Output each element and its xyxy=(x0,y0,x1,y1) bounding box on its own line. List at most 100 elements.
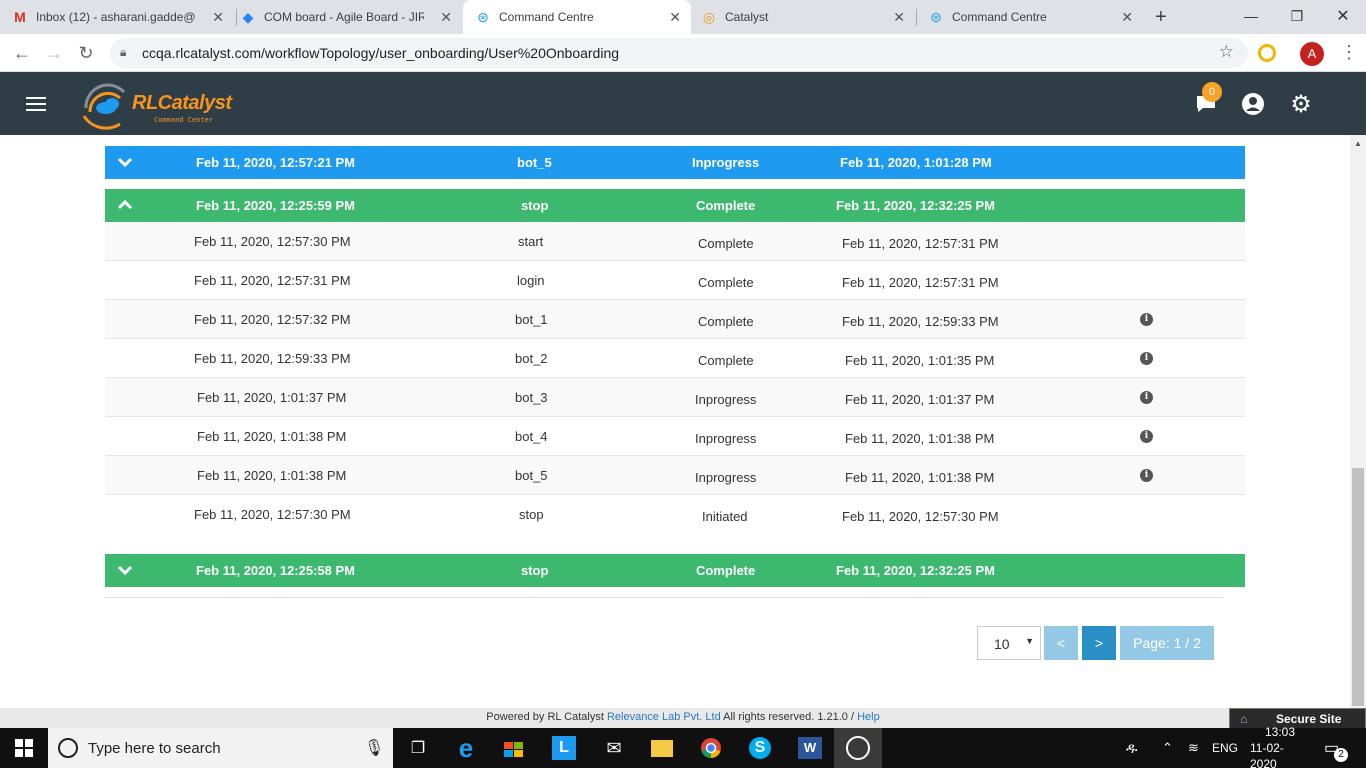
secure-site-badge: ⌂ Secure Site xyxy=(1229,708,1366,730)
file-explorer-icon[interactable] xyxy=(638,728,686,768)
browser-tab-command-centre-2[interactable]: ⊛ Command Centre ✕ xyxy=(928,0,1143,34)
step-status: Complete xyxy=(698,236,754,251)
chevron-down-icon[interactable] xyxy=(117,154,133,170)
user-account-icon[interactable] xyxy=(1239,90,1267,118)
group-end-time: Feb 11, 2020, 1:01:28 PM xyxy=(840,155,992,170)
pulse-icon: ⊛ xyxy=(477,8,489,25)
settings-gear-icon[interactable]: ⚙ xyxy=(1287,90,1315,118)
browser-tab-gmail[interactable]: M Inbox (12) - asharani.gadde@r ✕ xyxy=(12,0,234,34)
chevron-down-icon[interactable] xyxy=(117,562,133,578)
people-icon[interactable]: ዱ xyxy=(1126,728,1137,768)
address-bar: ← → ↻ 🔒︎ ccqa.rlcatalyst.com/workflowTop… xyxy=(0,34,1366,72)
dropdown-arrow-icon: ▼ xyxy=(1025,636,1034,646)
catalyst-icon: ◎ xyxy=(702,8,716,25)
taskbar-search-box[interactable]: Type here to search 🎙︎ xyxy=(48,728,393,768)
minimize-icon[interactable]: — xyxy=(1228,0,1274,32)
close-window-icon[interactable]: ✕ xyxy=(1320,0,1366,32)
step-end-time: Feb 11, 2020, 12:57:31 PM xyxy=(842,236,999,251)
edge-browser-icon[interactable]: e xyxy=(442,728,490,768)
chrome-icon[interactable] xyxy=(687,728,735,768)
close-tab-icon[interactable]: ✕ xyxy=(440,9,452,26)
table-divider xyxy=(105,597,1223,598)
step-status: Complete xyxy=(698,353,754,368)
group-status: Complete xyxy=(696,198,756,213)
scroll-up-icon[interactable]: ▲ xyxy=(1354,139,1362,148)
close-tab-icon[interactable]: ✕ xyxy=(1121,9,1133,26)
browser-tab-command-centre[interactable]: ⊛ Command Centre ✕ xyxy=(463,0,691,34)
snip-tool-icon[interactable] xyxy=(834,728,882,768)
group-status: Inprogress xyxy=(692,155,760,170)
step-status: Complete xyxy=(698,314,754,329)
restore-icon[interactable]: ❐ xyxy=(1274,0,1320,32)
page-indicator: Page: 1 / 2 xyxy=(1120,626,1214,660)
browser-tab-bar: M Inbox (12) - asharani.gadde@r ✕ ◆ COM … xyxy=(0,0,1366,34)
tab-title: Command Centre xyxy=(952,10,1047,24)
mail-icon[interactable]: ✉ xyxy=(590,728,638,768)
logo-text: RLCatalyst xyxy=(132,92,232,114)
chevron-up-icon[interactable] xyxy=(117,197,133,213)
scrollbar-thumb[interactable] xyxy=(1352,468,1364,706)
bookmark-star-icon[interactable]: ☆ xyxy=(1219,42,1234,62)
powered-by-text: Powered by RL Catalyst xyxy=(486,711,604,723)
browser-menu-icon[interactable]: ⋮ xyxy=(1340,42,1358,63)
browser-tab-catalyst[interactable]: ◎ Catalyst ✕ xyxy=(701,0,915,34)
group-name: stop xyxy=(521,563,549,578)
execution-group-row[interactable]: Feb 11, 2020, 12:25:58 PM stop Complete … xyxy=(105,554,1245,587)
reload-icon[interactable]: ↻ xyxy=(74,41,98,65)
group-end-time: Feb 11, 2020, 12:32:25 PM xyxy=(836,563,995,578)
close-tab-icon[interactable]: ✕ xyxy=(893,9,905,26)
group-start-time: Feb 11, 2020, 12:57:21 PM xyxy=(196,155,355,170)
step-name: start xyxy=(518,234,544,249)
prev-page-button[interactable]: < xyxy=(1044,626,1078,660)
step-name: bot_5 xyxy=(515,468,548,483)
store-icon[interactable] xyxy=(490,728,538,768)
info-icon[interactable]: i xyxy=(1140,352,1153,365)
url-field[interactable]: 🔒︎ ccqa.rlcatalyst.com/workflowTopology/… xyxy=(110,38,1248,68)
hamburger-menu-icon[interactable] xyxy=(26,97,46,111)
page-size-select[interactable]: 10 ▼ xyxy=(977,626,1041,660)
wifi-icon[interactable]: ≋ xyxy=(1188,728,1199,768)
lync-icon[interactable]: L xyxy=(540,728,588,768)
rlcatalyst-logo: RLCatalyst Command Center xyxy=(80,78,232,130)
word-icon[interactable]: W xyxy=(786,728,834,768)
windows-start-icon[interactable] xyxy=(0,728,48,768)
group-status: Complete xyxy=(696,563,756,578)
close-tab-icon[interactable]: ✕ xyxy=(212,9,224,26)
step-row: Feb 11, 2020, 12:57:32 PM bot_1 Complete… xyxy=(105,300,1245,339)
profile-avatar[interactable]: A xyxy=(1300,42,1324,66)
gmail-icon: M xyxy=(14,9,26,25)
step-end-time: Feb 11, 2020, 1:01:35 PM xyxy=(845,353,995,368)
tray-expand-icon[interactable]: ⌃ xyxy=(1162,728,1173,768)
forward-icon[interactable]: → xyxy=(42,41,66,65)
company-link[interactable]: Relevance Lab Pvt. Ltd xyxy=(607,711,721,723)
rights-text: All rights reserved. xyxy=(723,711,815,723)
info-icon[interactable]: i xyxy=(1140,469,1153,482)
step-name: stop xyxy=(519,507,544,522)
page-size-value: 10 xyxy=(994,636,1010,652)
group-start-time: Feb 11, 2020, 12:25:58 PM xyxy=(196,563,355,578)
execution-group-row[interactable]: Feb 11, 2020, 12:25:59 PM stop Complete … xyxy=(105,189,1245,222)
help-link[interactable]: Help xyxy=(857,711,880,723)
info-icon[interactable]: i xyxy=(1140,430,1153,443)
step-name: bot_3 xyxy=(515,390,548,405)
browser-tab-jira[interactable]: ◆ COM board - Agile Board - JIR ✕ xyxy=(240,0,462,34)
execution-group-row[interactable]: Feb 11, 2020, 12:57:21 PM bot_5 Inprogre… xyxy=(105,146,1245,179)
group-name: bot_5 xyxy=(517,155,552,170)
new-tab-button[interactable]: + xyxy=(1155,0,1175,34)
search-placeholder: Type here to search xyxy=(88,740,221,757)
skype-icon[interactable]: S xyxy=(736,728,784,768)
info-icon[interactable]: i xyxy=(1140,313,1153,326)
extension-icon[interactable] xyxy=(1258,44,1276,62)
clock[interactable]: 13:03 11-02-2020 xyxy=(1250,725,1310,771)
next-page-button[interactable]: > xyxy=(1082,626,1116,660)
close-tab-icon[interactable]: ✕ xyxy=(669,9,681,26)
microphone-icon[interactable]: 🎙︎ xyxy=(364,738,384,758)
language-indicator[interactable]: ENG xyxy=(1212,728,1238,768)
step-end-time: Feb 11, 2020, 12:59:33 PM xyxy=(842,314,999,329)
info-icon[interactable]: i xyxy=(1140,391,1153,404)
step-status: Inprogress xyxy=(695,431,757,446)
back-icon[interactable]: ← xyxy=(10,41,34,65)
task-view-icon[interactable]: ❐ xyxy=(394,728,442,768)
step-status: Initiated xyxy=(702,509,748,524)
step-name: bot_2 xyxy=(515,351,548,366)
